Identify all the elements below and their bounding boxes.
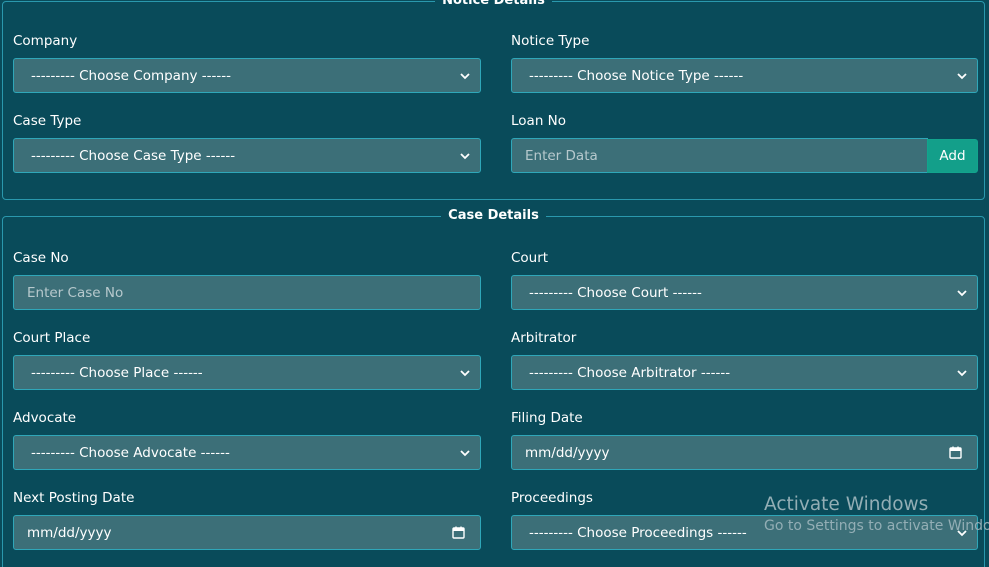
chevron-down-icon — [957, 71, 967, 81]
next-posting-date-label: Next Posting Date — [13, 490, 135, 506]
court-place-select[interactable]: --------- Choose Place ------ — [13, 355, 481, 390]
notice-type-select-value: --------- Choose Notice Type ------ — [529, 67, 744, 84]
case-type-label: Case Type — [13, 113, 82, 129]
company-select-value: --------- Choose Company ------ — [31, 67, 232, 84]
watermark-title: Activate Windows — [764, 494, 929, 515]
loan-no-placeholder: Enter Data — [525, 147, 598, 164]
case-no-label: Case No — [13, 250, 69, 266]
chevron-down-icon — [460, 368, 470, 378]
company-label: Company — [13, 33, 78, 49]
advocate-select-value: --------- Choose Advocate ------ — [31, 444, 230, 461]
court-place-label: Court Place — [13, 330, 91, 346]
activate-windows-watermark: Activate Windows Go to Settings to activ… — [764, 494, 989, 535]
notice-type-label: Notice Type — [511, 33, 590, 49]
proceedings-select-value: --------- Choose Proceedings ------ — [529, 524, 747, 541]
filing-date-label: Filing Date — [511, 410, 583, 426]
next-posting-date-value: mm/dd/yyyy — [27, 524, 112, 541]
form-page: Notice Details Company --------- Choose … — [0, 0, 989, 567]
calendar-icon[interactable] — [949, 446, 962, 459]
notice-type-select[interactable]: --------- Choose Notice Type ------ — [511, 58, 978, 93]
filing-date-value: mm/dd/yyyy — [525, 444, 610, 461]
arbitrator-select-value: --------- Choose Arbitrator ------ — [529, 364, 731, 381]
loan-no-label: Loan No — [511, 113, 567, 129]
chevron-down-icon — [460, 71, 470, 81]
court-select-value: --------- Choose Court ------ — [529, 284, 702, 301]
advocate-select[interactable]: --------- Choose Advocate ------ — [13, 435, 481, 470]
court-place-select-value: --------- Choose Place ------ — [31, 364, 203, 381]
case-details-legend: Case Details — [448, 208, 539, 223]
court-label: Court — [511, 250, 549, 266]
case-type-select-value: --------- Choose Case Type ------ — [31, 147, 236, 164]
loan-no-input[interactable]: Enter Data — [511, 138, 928, 173]
calendar-icon[interactable] — [452, 526, 465, 539]
court-select[interactable]: --------- Choose Court ------ — [511, 275, 978, 310]
chevron-down-icon — [957, 368, 967, 378]
case-type-select[interactable]: --------- Choose Case Type ------ — [13, 138, 481, 173]
company-select[interactable]: --------- Choose Company ------ — [13, 58, 481, 93]
advocate-label: Advocate — [13, 410, 77, 426]
filing-date-input[interactable]: mm/dd/yyyy — [511, 435, 978, 470]
add-loan-button[interactable]: Add — [927, 139, 978, 173]
arbitrator-select[interactable]: --------- Choose Arbitrator ------ — [511, 355, 978, 390]
notice-details-legend: Notice Details — [442, 0, 545, 8]
arbitrator-label: Arbitrator — [511, 330, 577, 346]
chevron-down-icon — [957, 288, 967, 298]
proceedings-label: Proceedings — [511, 490, 593, 506]
watermark-subtitle: Go to Settings to activate Windows. — [764, 518, 989, 534]
chevron-down-icon — [460, 448, 470, 458]
next-posting-date-input[interactable]: mm/dd/yyyy — [13, 515, 481, 550]
chevron-down-icon — [460, 151, 470, 161]
case-no-placeholder: Enter Case No — [27, 284, 124, 301]
case-no-input[interactable]: Enter Case No — [13, 275, 481, 310]
